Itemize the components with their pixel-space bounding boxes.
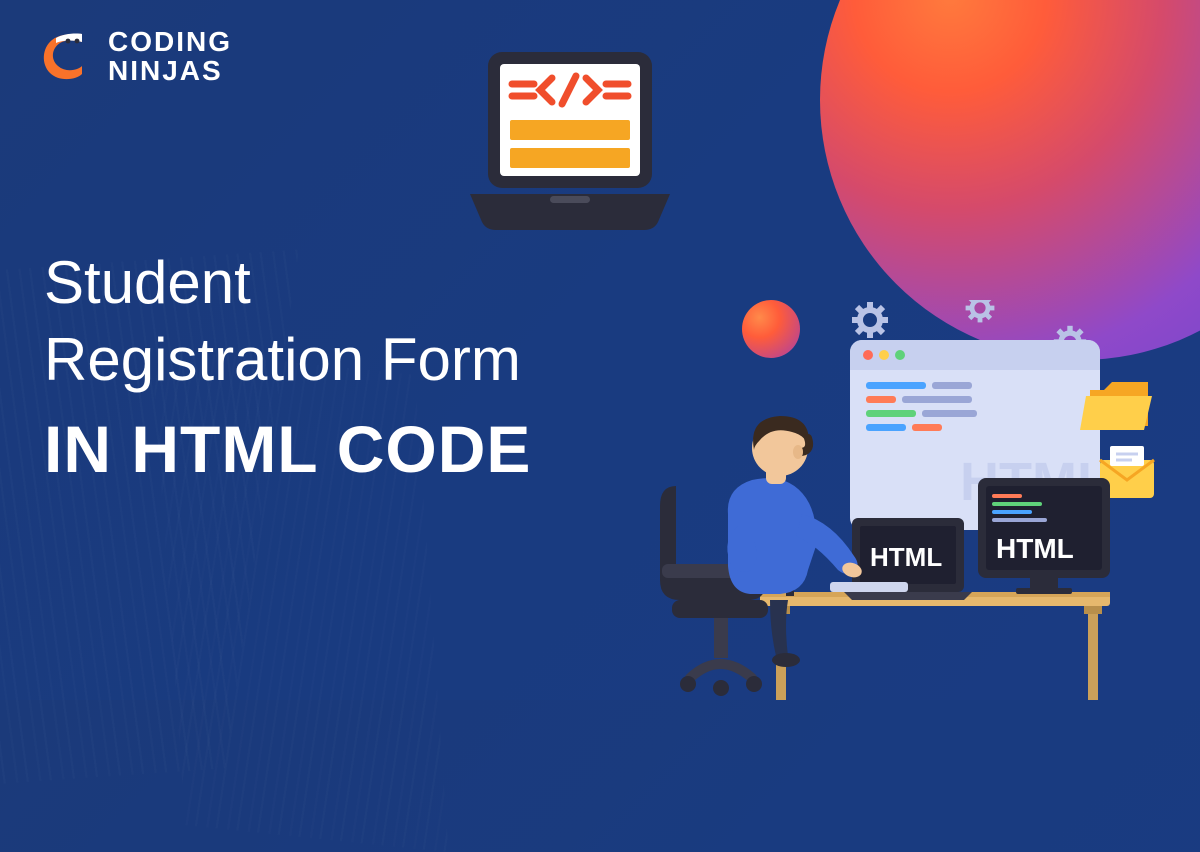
ninja-c-icon (34, 26, 94, 86)
headline: Student Registration Form IN HTML CODE (44, 250, 531, 487)
monitor-html-text: HTML (996, 533, 1074, 564)
keyboard-icon (830, 582, 908, 592)
monitor-icon: HTML (978, 478, 1110, 594)
developer-scene: HTML (620, 300, 1160, 700)
brand-logo-text-line2: NINJAS (108, 56, 232, 85)
headline-line3: IN HTML CODE (44, 411, 531, 487)
laptop-html-text: HTML (870, 542, 942, 572)
brand-logo: CODING NINJAS (34, 26, 232, 86)
brand-logo-mark (34, 26, 94, 86)
brand-logo-text-line1: CODING (108, 27, 232, 56)
brand-logo-text: CODING NINJAS (108, 27, 232, 86)
laptop-code-icon (460, 46, 680, 241)
desk-icon (760, 592, 1110, 700)
headline-line2: Registration Form (44, 322, 531, 397)
developer-character-icon (727, 416, 863, 667)
headline-line1: Student (44, 250, 531, 316)
